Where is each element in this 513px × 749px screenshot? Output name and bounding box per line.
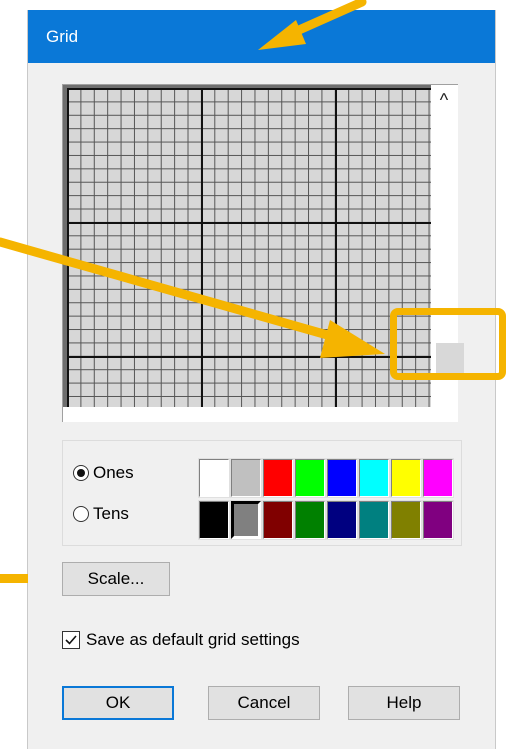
color-swatch[interactable] bbox=[422, 500, 454, 540]
grid-color-group: Ones Tens bbox=[62, 440, 462, 546]
color-swatch[interactable] bbox=[198, 458, 230, 498]
save-default-checkbox-box[interactable] bbox=[62, 631, 80, 649]
scroll-up-icon[interactable]: ^ bbox=[433, 89, 455, 111]
color-swatch[interactable] bbox=[262, 500, 294, 540]
radio-ones-label: Ones bbox=[93, 463, 134, 482]
save-default-label: Save as default grid settings bbox=[86, 630, 300, 649]
color-swatch[interactable] bbox=[390, 500, 422, 540]
radio-tens-label: Tens bbox=[93, 504, 129, 523]
color-swatch[interactable] bbox=[358, 500, 390, 540]
color-swatch[interactable] bbox=[262, 458, 294, 498]
annotation-bar-scale-icon bbox=[0, 574, 28, 583]
save-default-checkbox[interactable]: Save as default grid settings bbox=[62, 630, 300, 650]
radio-tens[interactable]: Tens bbox=[73, 504, 129, 524]
cancel-button[interactable]: Cancel bbox=[208, 686, 320, 720]
color-swatch[interactable] bbox=[230, 458, 262, 498]
color-swatch[interactable] bbox=[326, 500, 358, 540]
color-swatch[interactable] bbox=[230, 500, 262, 540]
color-swatch[interactable] bbox=[198, 500, 230, 540]
ok-button[interactable]: OK bbox=[62, 686, 174, 720]
checkmark-icon bbox=[65, 635, 77, 645]
color-swatch[interactable] bbox=[390, 458, 422, 498]
window-title: Grid bbox=[46, 27, 79, 46]
color-swatch[interactable] bbox=[422, 458, 454, 498]
grid-canvas bbox=[63, 85, 431, 407]
radio-ones-indicator[interactable] bbox=[73, 465, 89, 481]
color-swatch[interactable] bbox=[294, 458, 326, 498]
color-swatch[interactable] bbox=[358, 458, 390, 498]
title-bar: Grid bbox=[28, 10, 495, 63]
scale-button[interactable]: Scale... bbox=[62, 562, 170, 596]
radio-ones[interactable]: Ones bbox=[73, 463, 134, 483]
color-swatch[interactable] bbox=[326, 458, 358, 498]
color-swatch[interactable] bbox=[294, 500, 326, 540]
radio-tens-indicator[interactable] bbox=[73, 506, 89, 522]
help-button[interactable]: Help bbox=[348, 686, 460, 720]
color-palette bbox=[198, 458, 461, 541]
annotation-highlight-box bbox=[390, 308, 506, 380]
